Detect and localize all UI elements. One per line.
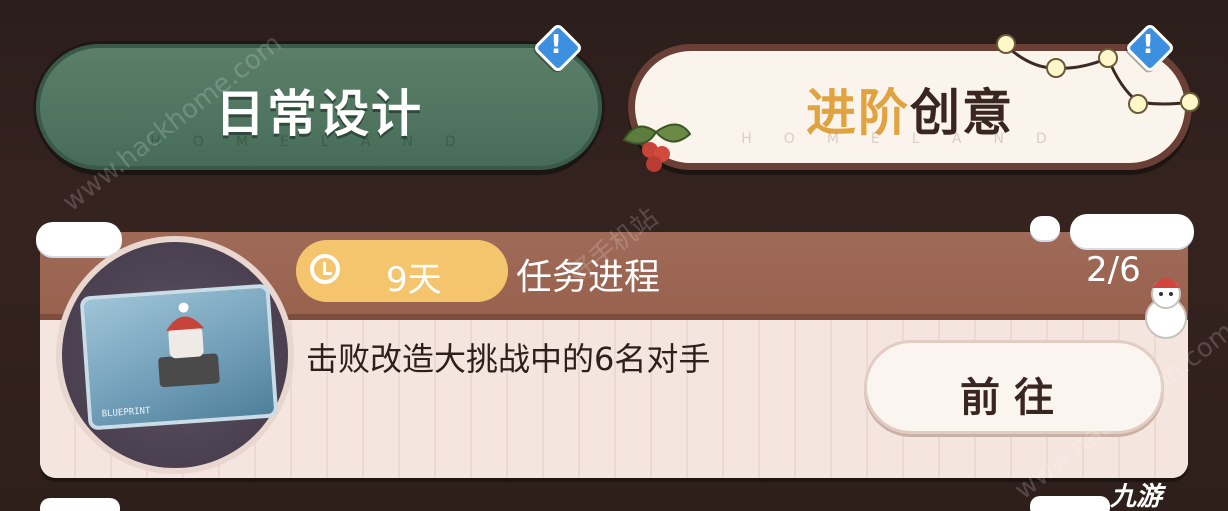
light-bulb-icon xyxy=(1046,58,1066,78)
alert-badge-icon: ! xyxy=(532,22,584,74)
game-screen: 日常设计 HOMELAND ! 进阶创意 HOMELAND ! BLUEPRIN… xyxy=(0,0,1228,511)
light-bulb-icon xyxy=(996,34,1016,54)
snow-decoration xyxy=(1070,214,1194,248)
blueprint-icon: BLUEPRINT xyxy=(79,283,279,431)
task-progress: 2/6 xyxy=(1086,250,1141,290)
string-lights-icon xyxy=(1002,42,1191,106)
brand-logo: 九游 xyxy=(1110,482,1163,511)
tab-advanced-watermark: HOMELAND xyxy=(741,131,1079,147)
time-remaining-text: 9天 xyxy=(386,260,442,300)
clock-icon xyxy=(310,254,340,284)
light-bulb-icon xyxy=(1098,48,1118,68)
snow-decoration xyxy=(1030,216,1060,240)
light-bulb-icon xyxy=(1180,92,1200,112)
task-description: 击败改造大挑战中的6名对手 xyxy=(306,340,711,378)
holly-icon xyxy=(622,123,692,172)
snow-decoration xyxy=(1030,496,1110,511)
time-remaining-badge: 9天 xyxy=(296,240,508,302)
light-bulb-icon xyxy=(1128,94,1148,114)
snow-decoration xyxy=(40,498,120,511)
snow-decoration xyxy=(36,222,122,256)
snowman-icon xyxy=(1145,278,1187,339)
